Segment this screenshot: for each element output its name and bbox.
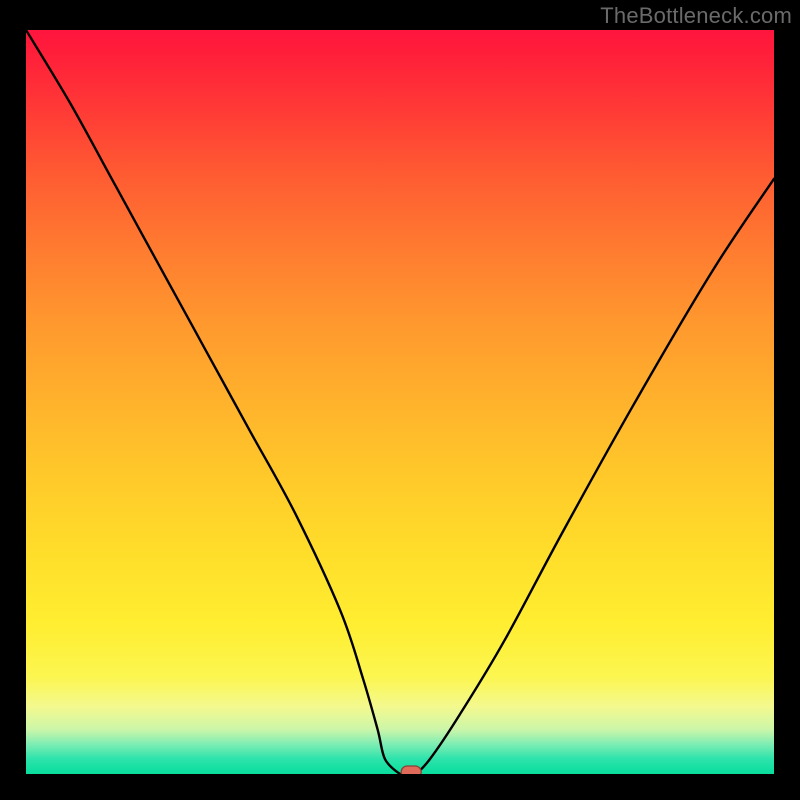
plot-area xyxy=(26,30,774,774)
watermark-text: TheBottleneck.com xyxy=(600,3,792,29)
chart-frame: TheBottleneck.com xyxy=(0,0,800,800)
heat-gradient xyxy=(26,30,774,774)
